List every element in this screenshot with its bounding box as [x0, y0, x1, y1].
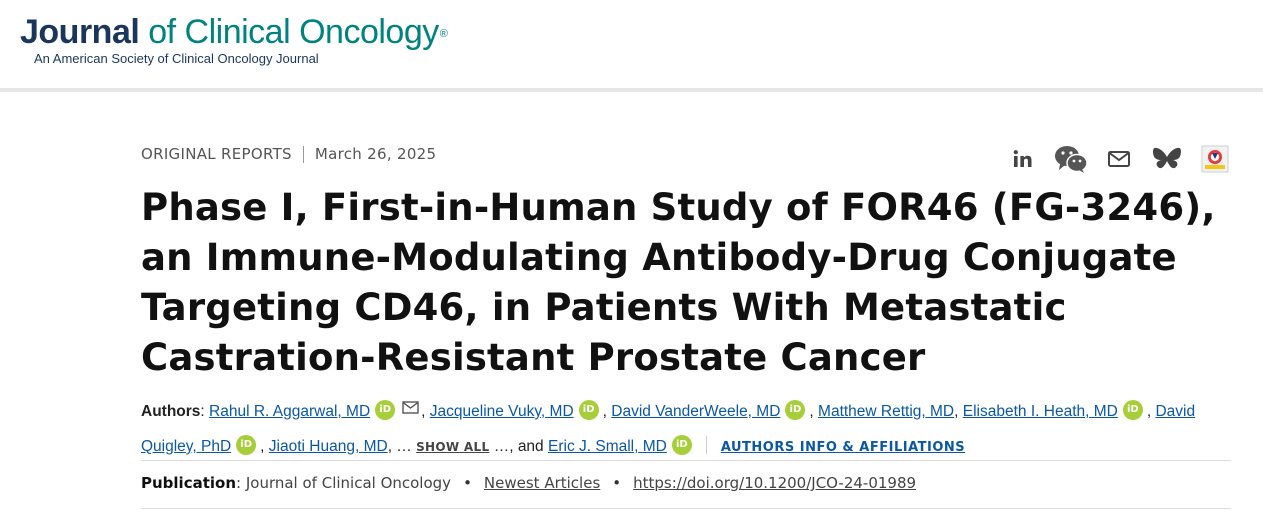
mendeley-share-button[interactable] [1198, 142, 1232, 176]
article-title: Phase I, First-in-Human Study of FOR46 (… [141, 186, 1216, 379]
authors-affiliations-button[interactable]: AUTHORS INFO & AFFILIATIONS [721, 440, 965, 455]
meta-divider [302, 145, 304, 163]
publication-label: Publication [141, 474, 237, 492]
site-header: Journal of Clinical Oncology® An America… [0, 0, 1263, 92]
registered-mark: ® [439, 28, 448, 40]
journal-name: Journal of Clinical Oncology [245, 474, 452, 492]
affiliations-divider [705, 436, 707, 454]
author-link[interactable]: Eric J. Small, MD [548, 438, 667, 455]
publication-colon: : [236, 474, 246, 492]
share-toolbar [1006, 142, 1232, 176]
orcid-icon[interactable]: iD [236, 435, 257, 455]
publication-info: Publication: Journal of Clinical Oncolog… [141, 474, 916, 492]
logo-subtitle: An American Society of Clinical Oncology… [34, 51, 319, 66]
article-meta: ORIGINAL REPORTS March 26, 2025 [141, 145, 436, 163]
author-list: Authors: Rahul R. Aggarwal, MD iD, Jacque… [141, 394, 1231, 465]
show-all-authors-button[interactable]: SHOW ALL [416, 440, 489, 454]
orcid-icon[interactable]: iD [785, 400, 806, 420]
corresponding-author-email-icon[interactable] [402, 401, 419, 414]
author-link[interactable]: Elisabeth I. Heath, MD [963, 403, 1118, 420]
author-link[interactable]: Matthew Rettig, MD [818, 403, 954, 420]
author-link[interactable]: David VanderWeele, MD [611, 403, 780, 420]
wechat-icon [1055, 146, 1088, 173]
mendeley-icon [1201, 145, 1229, 173]
author-link[interactable]: Jiaoti Huang, MD [269, 438, 388, 455]
orcid-icon[interactable]: iD [578, 400, 599, 420]
bluesky-icon [1153, 147, 1181, 169]
orcid-icon[interactable]: iD [671, 435, 692, 455]
logo-journal-word: Journal [20, 13, 140, 51]
email-share-button[interactable] [1102, 142, 1136, 176]
newest-articles-link[interactable]: Newest Articles [484, 474, 600, 492]
wechat-share-button[interactable] [1054, 142, 1088, 176]
bluesky-share-button[interactable] [1150, 142, 1184, 176]
linkedin-icon [1013, 150, 1032, 167]
author-link[interactable]: Jacqueline Vuky, MD [430, 403, 574, 420]
publication-date: March 26, 2025 [314, 145, 437, 163]
linkedin-share-button[interactable] [1006, 142, 1040, 176]
and-text: and [517, 438, 544, 455]
journal-logo[interactable]: Journal of Clinical Oncology® An America… [20, 12, 448, 66]
logo-rest-words: of Clinical Oncology [139, 13, 439, 51]
authors-label: Authors [141, 403, 201, 420]
logo-title: Journal of Clinical Oncology® [20, 12, 448, 52]
article-type: ORIGINAL REPORTS [141, 145, 292, 163]
email-icon [1108, 151, 1130, 167]
author-link[interactable]: Rahul R. Aggarwal, MD [209, 403, 370, 420]
publication-top-divider [141, 460, 1231, 461]
doi-link[interactable]: https://doi.org/10.1200/JCO-24-01989 [633, 474, 916, 492]
publication-bottom-divider [141, 508, 1231, 509]
orcid-icon[interactable]: iD [375, 400, 396, 420]
orcid-icon[interactable]: iD [1122, 400, 1143, 420]
bullet-separator: • [612, 474, 622, 492]
bullet-separator: • [463, 474, 472, 492]
